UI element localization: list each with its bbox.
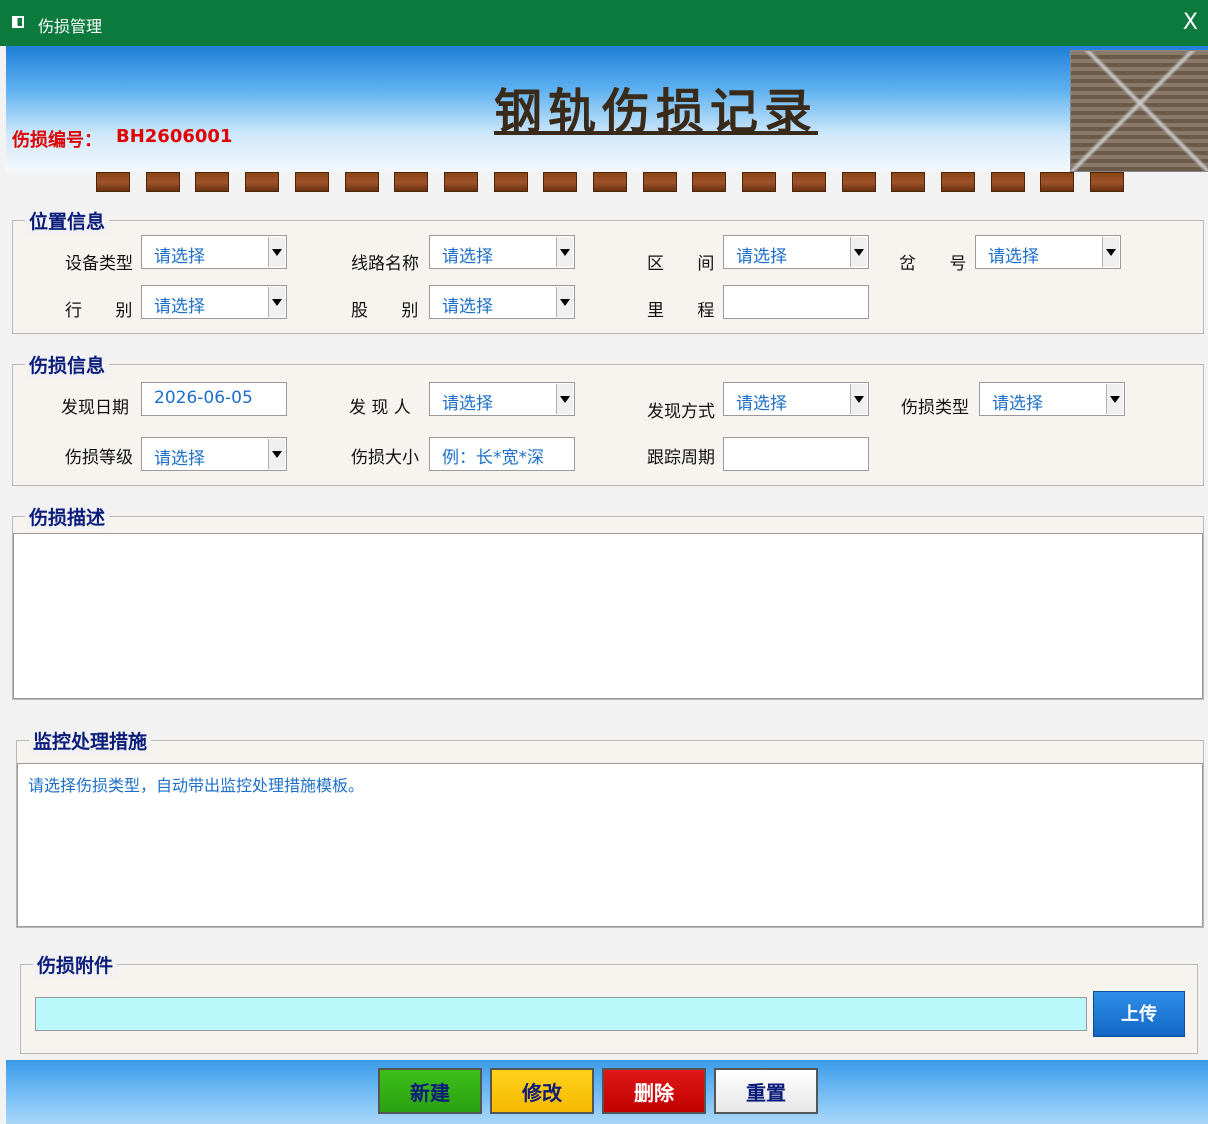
- edit-button[interactable]: 修改: [490, 1068, 594, 1114]
- mileage-input[interactable]: [723, 285, 869, 319]
- attachment-path-input[interactable]: [35, 997, 1087, 1031]
- found-method-label: 发现方式: [647, 402, 715, 422]
- tracking-cycle-input[interactable]: [723, 437, 869, 471]
- chevron-down-icon[interactable]: [1102, 237, 1119, 267]
- sleeper-decoration: [96, 172, 1136, 194]
- device-type-label: 设备类型: [65, 254, 133, 274]
- found-method-value: 请选择: [736, 394, 787, 414]
- finder-select[interactable]: 请选择: [429, 382, 575, 416]
- chevron-down-icon[interactable]: [268, 439, 285, 469]
- track-no-value: 请选择: [442, 297, 493, 317]
- sleeper-tile: [593, 172, 627, 192]
- window-icon: [12, 16, 24, 28]
- section-value: 请选择: [736, 247, 787, 267]
- sleeper-tile: [642, 172, 677, 192]
- found-method-select[interactable]: 请选择: [723, 382, 869, 416]
- sleeper-tile: [1090, 172, 1124, 192]
- line-name-label: 线路名称: [351, 254, 419, 274]
- line-name-select[interactable]: 请选择: [429, 235, 575, 269]
- section-select[interactable]: 请选择: [723, 235, 869, 269]
- footer-bar: 新建 修改 删除 重置: [6, 1060, 1208, 1124]
- sleeper-tile: [344, 172, 379, 192]
- attachment-group: 伤损附件 上传: [20, 951, 1198, 1054]
- section-label: 区 间: [647, 254, 729, 274]
- description-group: 伤损描述: [12, 503, 1204, 700]
- switch-no-label: 岔 号: [899, 254, 981, 274]
- device-type-value: 请选择: [154, 247, 205, 267]
- sleeper-tile: [543, 172, 578, 192]
- railway-track-image: [1070, 50, 1208, 172]
- finder-label: 发 现 人: [349, 398, 411, 418]
- sleeper-tile: [394, 172, 429, 192]
- damage-level-value: 请选择: [154, 449, 205, 469]
- sleeper-tile: [742, 172, 777, 192]
- damage-type-value: 请选择: [992, 394, 1043, 414]
- switch-no-select[interactable]: 请选择: [975, 235, 1121, 269]
- track-side-label: 行 别: [65, 301, 147, 321]
- window-titlebar: 伤损管理 X: [0, 0, 1208, 46]
- measures-textarea[interactable]: 请选择伤损类型，自动带出监控处理措施模板。: [17, 763, 1203, 927]
- damage-level-select[interactable]: 请选择: [141, 437, 287, 471]
- sleeper-tile: [493, 172, 528, 192]
- chevron-down-icon[interactable]: [556, 287, 573, 317]
- upload-button[interactable]: 上传: [1093, 991, 1185, 1037]
- sleeper-tile: [294, 172, 329, 192]
- found-date-input[interactable]: 2026-06-05: [141, 382, 287, 416]
- track-no-label: 股 别: [351, 301, 433, 321]
- sleeper-tile: [195, 172, 230, 192]
- measures-group: 监控处理措施 请选择伤损类型，自动带出监控处理措施模板。: [16, 727, 1204, 928]
- reset-button[interactable]: 重置: [714, 1068, 818, 1114]
- damage-size-label: 伤损大小: [351, 448, 419, 468]
- device-type-select[interactable]: 请选择: [141, 235, 287, 269]
- sleeper-tile: [1040, 172, 1075, 192]
- line-name-value: 请选择: [442, 247, 493, 267]
- damage-level-label: 伤损等级: [65, 448, 133, 468]
- chevron-down-icon[interactable]: [556, 384, 573, 414]
- chevron-down-icon[interactable]: [268, 287, 285, 317]
- sleeper-tile: [990, 172, 1025, 192]
- position-info-legend: 位置信息: [25, 207, 110, 234]
- header-banner: 钢轨伤损记录 伤损编号： BH2606001: [6, 46, 1208, 172]
- sleeper-tile: [940, 172, 975, 192]
- sleeper-tile: [96, 172, 130, 192]
- mileage-label: 里 程: [647, 301, 729, 321]
- new-button[interactable]: 新建: [378, 1068, 482, 1114]
- damage-type-label: 伤损类型: [901, 398, 969, 418]
- sleeper-tile: [245, 172, 280, 192]
- description-textarea[interactable]: [13, 533, 1203, 699]
- chevron-down-icon[interactable]: [850, 237, 867, 267]
- damage-size-input[interactable]: 例：长*宽*深: [429, 437, 575, 471]
- page-title: 钢轨伤损记录: [494, 84, 819, 140]
- damage-number-value: BH2606001: [116, 126, 233, 147]
- tracking-cycle-label: 跟踪周期: [647, 448, 715, 468]
- track-side-select[interactable]: 请选择: [141, 285, 287, 319]
- sleeper-tile: [692, 172, 727, 192]
- position-info-group: 位置信息 设备类型 请选择 线路名称 请选择 区 间 请选择 岔 号 请选择 行…: [12, 207, 1204, 334]
- found-date-label: 发现日期: [61, 398, 129, 418]
- track-no-select[interactable]: 请选择: [429, 285, 575, 319]
- measures-legend: 监控处理措施: [29, 727, 152, 754]
- sleeper-tile: [443, 172, 478, 192]
- sleeper-tile: [791, 172, 826, 192]
- description-legend: 伤损描述: [25, 503, 110, 530]
- sleeper-tile: [145, 172, 180, 192]
- damage-info-legend: 伤损信息: [25, 351, 110, 378]
- chevron-down-icon[interactable]: [850, 384, 867, 414]
- chevron-down-icon[interactable]: [268, 237, 285, 267]
- close-button[interactable]: X: [1183, 10, 1198, 35]
- switch-no-value: 请选择: [988, 247, 1039, 267]
- chevron-down-icon[interactable]: [1106, 384, 1123, 414]
- damage-type-select[interactable]: 请选择: [979, 382, 1125, 416]
- track-side-value: 请选择: [154, 297, 205, 317]
- attachment-legend: 伤损附件: [33, 951, 118, 978]
- chevron-down-icon[interactable]: [556, 237, 573, 267]
- delete-button[interactable]: 删除: [602, 1068, 706, 1114]
- sleeper-tile: [891, 172, 926, 192]
- damage-info-group: 伤损信息 发现日期 2026-06-05 发 现 人 请选择 发现方式 请选择 …: [12, 351, 1204, 486]
- damage-number-label: 伤损编号：: [12, 130, 102, 151]
- window-title: 伤损管理: [38, 17, 103, 36]
- sleeper-tile: [841, 172, 876, 192]
- finder-value: 请选择: [442, 394, 493, 414]
